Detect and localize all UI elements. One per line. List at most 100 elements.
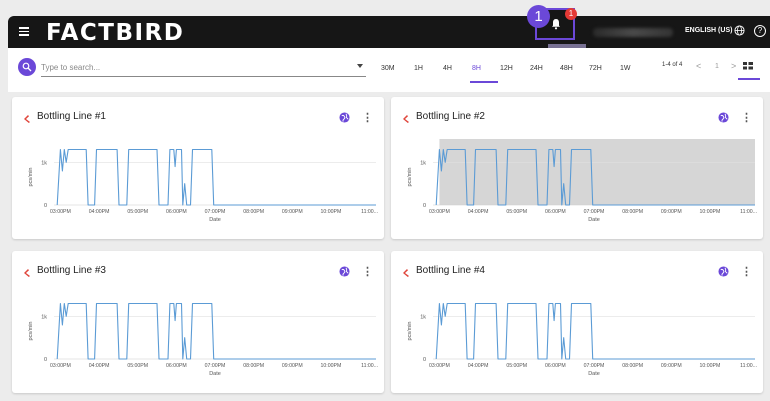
range-1h[interactable]: 1H bbox=[414, 65, 423, 72]
x-tick-label: 04:00PM bbox=[468, 209, 489, 215]
x-tick-label: 08:00PM bbox=[243, 363, 264, 369]
range-72h[interactable]: 72H bbox=[589, 65, 602, 72]
more-vert-icon[interactable]: ⋮ bbox=[741, 265, 752, 278]
card-title[interactable]: Bottling Line #2 bbox=[416, 111, 485, 122]
user-name-redacted[interactable] bbox=[593, 28, 673, 37]
globe-icon[interactable] bbox=[339, 112, 350, 123]
range-4h[interactable]: 4H bbox=[443, 65, 452, 72]
series-line bbox=[56, 302, 376, 360]
x-tick-label: 06:00PM bbox=[545, 209, 566, 215]
selection-region bbox=[439, 139, 755, 205]
menu-icon[interactable] bbox=[18, 25, 32, 39]
y-tick-label: 1k bbox=[41, 314, 47, 320]
series-line bbox=[435, 302, 755, 360]
production-line-icon bbox=[403, 115, 409, 123]
x-axis-label: Date bbox=[588, 217, 600, 223]
globe-icon[interactable] bbox=[718, 266, 729, 277]
bell-icon bbox=[552, 19, 560, 30]
x-tick-label: 09:00PM bbox=[661, 209, 682, 215]
help-icon[interactable]: ? bbox=[754, 25, 766, 37]
y-axis-label: pcs/min bbox=[28, 322, 34, 341]
globe-icon[interactable] bbox=[718, 112, 729, 123]
search-input[interactable] bbox=[41, 59, 366, 77]
app-logo: FACTBIRD bbox=[46, 20, 185, 46]
more-vert-icon[interactable]: ⋮ bbox=[362, 265, 373, 278]
card-title[interactable]: Bottling Line #4 bbox=[416, 265, 485, 276]
series-line bbox=[56, 148, 376, 206]
x-tick-label: 10:00PM bbox=[700, 209, 721, 215]
throughput-chart: 0 1k pcs/min 03:00PM 04:00PM 05:00PM 06:00PM 07… bbox=[28, 148, 378, 223]
x-tick-label: 11:00... bbox=[361, 209, 378, 215]
throughput-chart: 0 1k pcs/min 03:00PM 04:00PM 05:00PM 06:00PM 07… bbox=[28, 302, 378, 377]
y-axis-label: pcs/min bbox=[28, 168, 34, 187]
x-tick-label: 05:00PM bbox=[506, 209, 527, 215]
production-line-icon bbox=[24, 269, 30, 277]
active-view-indicator bbox=[738, 78, 760, 80]
x-tick-label: 07:00PM bbox=[205, 209, 226, 215]
x-tick-label: 09:00PM bbox=[282, 363, 303, 369]
more-vert-icon[interactable]: ⋮ bbox=[362, 111, 373, 124]
line-card[interactable]: Bottling Line #2 ⋮ 0 1k pcs/min 03:00PM 04:0… bbox=[391, 97, 763, 239]
x-tick-label: 07:00PM bbox=[205, 363, 226, 369]
x-tick-label: 05:00PM bbox=[127, 363, 148, 369]
y-axis-label: pcs/min bbox=[407, 168, 413, 187]
range-30m[interactable]: 30M bbox=[381, 65, 395, 72]
search-button[interactable] bbox=[18, 58, 36, 76]
x-tick-label: 03:00PM bbox=[429, 209, 450, 215]
globe-icon[interactable] bbox=[339, 266, 350, 277]
x-tick-label: 04:00PM bbox=[89, 363, 110, 369]
throughput-chart: 0 1k pcs/min 03:00PM 04:00PM 05:00PM 06:00PM 07… bbox=[407, 139, 757, 223]
x-tick-label: 08:00PM bbox=[622, 209, 643, 215]
x-tick-label: 08:00PM bbox=[243, 209, 264, 215]
x-axis-label: Date bbox=[209, 371, 221, 377]
range-1w[interactable]: 1W bbox=[620, 65, 631, 72]
x-tick-label: 06:00PM bbox=[166, 363, 187, 369]
range-48h[interactable]: 48H bbox=[560, 65, 573, 72]
active-range-indicator bbox=[470, 81, 498, 83]
x-tick-label: 03:00PM bbox=[50, 363, 71, 369]
x-tick-label: 06:00PM bbox=[545, 363, 566, 369]
x-tick-label: 11:00... bbox=[740, 209, 757, 215]
search-icon bbox=[22, 62, 32, 72]
more-vert-icon[interactable]: ⋮ bbox=[741, 111, 752, 124]
y-tick-label: 1k bbox=[41, 160, 47, 166]
x-tick-label: 05:00PM bbox=[127, 209, 148, 215]
production-line-icon bbox=[24, 115, 30, 123]
x-tick-label: 09:00PM bbox=[661, 363, 682, 369]
y-axis-label: pcs/min bbox=[407, 322, 413, 341]
line-card[interactable]: Bottling Line #3 ⋮ 0 1k pcs/min 03:00PM 04:0… bbox=[12, 251, 384, 393]
line-card[interactable]: Bottling Line #1 ⋮ 0 1k pcs/min 03:00PM 04:0… bbox=[12, 97, 384, 239]
search-dropdown-arrow[interactable] bbox=[357, 64, 363, 68]
range-8h[interactable]: 8H bbox=[472, 65, 481, 72]
y-tick-label: 0 bbox=[423, 203, 426, 209]
y-tick-label: 0 bbox=[44, 357, 47, 363]
x-tick-label: 05:00PM bbox=[506, 363, 527, 369]
x-tick-label: 03:00PM bbox=[429, 363, 450, 369]
y-tick-label: 1k bbox=[420, 314, 426, 320]
x-tick-label: 07:00PM bbox=[584, 363, 605, 369]
range-12h[interactable]: 12H bbox=[500, 65, 513, 72]
y-tick-label: 0 bbox=[423, 357, 426, 363]
card-title[interactable]: Bottling Line #3 bbox=[37, 265, 106, 276]
range-24h[interactable]: 24H bbox=[530, 65, 543, 72]
pager-label: 1-4 of 4 bbox=[662, 62, 683, 68]
grid-view-icon[interactable] bbox=[743, 62, 753, 70]
step-marker: 1 bbox=[527, 5, 550, 28]
x-tick-label: 03:00PM bbox=[50, 209, 71, 215]
pager-next-button[interactable]: > bbox=[731, 61, 736, 71]
pager-prev-button[interactable]: < bbox=[696, 61, 701, 71]
x-tick-label: 08:00PM bbox=[622, 363, 643, 369]
card-title[interactable]: Bottling Line #1 bbox=[37, 111, 106, 122]
x-axis-label: Date bbox=[209, 217, 221, 223]
x-tick-label: 10:00PM bbox=[321, 209, 342, 215]
globe-icon[interactable] bbox=[734, 25, 745, 36]
x-tick-label: 06:00PM bbox=[166, 209, 187, 215]
line-card[interactable]: Bottling Line #4 ⋮ 0 1k pcs/min 03:00PM 04:0… bbox=[391, 251, 763, 393]
language-selector[interactable]: ENGLISH (US) bbox=[685, 27, 732, 34]
y-tick-label: 1k bbox=[420, 160, 426, 166]
x-tick-label: 10:00PM bbox=[321, 363, 342, 369]
notification-badge: 1 bbox=[565, 8, 577, 20]
x-tick-label: 07:00PM bbox=[584, 209, 605, 215]
top-app-bar: FACTBIRD ENGLISH (US) ? bbox=[8, 16, 770, 48]
pager-page-number: 1 bbox=[715, 63, 719, 70]
